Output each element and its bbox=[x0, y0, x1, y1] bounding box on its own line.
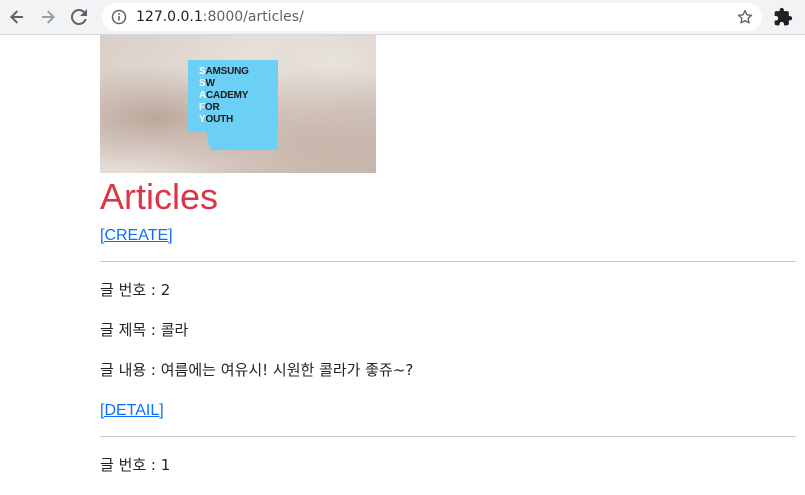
create-link-container: [CREATE] bbox=[100, 223, 796, 247]
logo-line-2: SW bbox=[199, 78, 215, 89]
forward-button[interactable] bbox=[36, 5, 60, 29]
article-content: 글 내용 : 여름에는 여유시! 시원한 콜라가 좋쥬~? bbox=[100, 361, 414, 379]
url-path: :8000/articles/ bbox=[202, 9, 304, 25]
site-info-icon[interactable] bbox=[111, 9, 127, 25]
url-host: 127.0.0.1 bbox=[136, 9, 203, 25]
back-button[interactable] bbox=[5, 5, 29, 29]
ssafy-banner-image: SAMSUNG SW ACADEMY FOR YOUTH bbox=[100, 35, 376, 173]
article-title: 글 제목 : 콜라 bbox=[100, 321, 189, 339]
detail-link[interactable]: [DETAIL] bbox=[100, 402, 164, 419]
reload-button[interactable] bbox=[67, 5, 91, 29]
logo-line-4: FOR bbox=[199, 102, 220, 113]
extensions-puzzle-icon[interactable] bbox=[773, 7, 793, 27]
logo-line-1: SAMSUNG bbox=[199, 66, 249, 77]
back-arrow-icon bbox=[10, 10, 23, 24]
ssafy-logo-text: SAMSUNG SW ACADEMY FOR YOUTH bbox=[199, 66, 249, 126]
article-item: 글 번호 : 2 글 제목 : 콜라 글 내용 : 여름에는 여유시! 시원한 … bbox=[100, 262, 796, 422]
logo-line-3: ACADEMY bbox=[199, 90, 249, 101]
article-number: 글 번호 : 1 bbox=[100, 456, 171, 474]
create-link[interactable]: [CREATE] bbox=[100, 227, 173, 244]
logo-line-5: YOUTH bbox=[199, 114, 234, 125]
article-item: 글 번호 : 1 bbox=[100, 437, 796, 476]
url-text[interactable]: 127.0.0.1:8000/articles/ bbox=[136, 9, 304, 25]
bookmark-star-icon[interactable] bbox=[736, 8, 754, 26]
article-number: 글 번호 : 2 bbox=[100, 281, 171, 299]
address-bar[interactable]: 127.0.0.1:8000/articles/ bbox=[102, 3, 762, 31]
forward-arrow-icon bbox=[42, 10, 55, 24]
detail-link-line: [DETAIL] bbox=[100, 399, 796, 422]
page-title: Articles bbox=[100, 176, 219, 217]
reload-icon bbox=[71, 9, 87, 25]
page-content: SAMSUNG SW ACADEMY FOR YOUTH Articles [C… bbox=[100, 35, 796, 476]
browser-toolbar: 127.0.0.1:8000/articles/ bbox=[0, 0, 805, 35]
